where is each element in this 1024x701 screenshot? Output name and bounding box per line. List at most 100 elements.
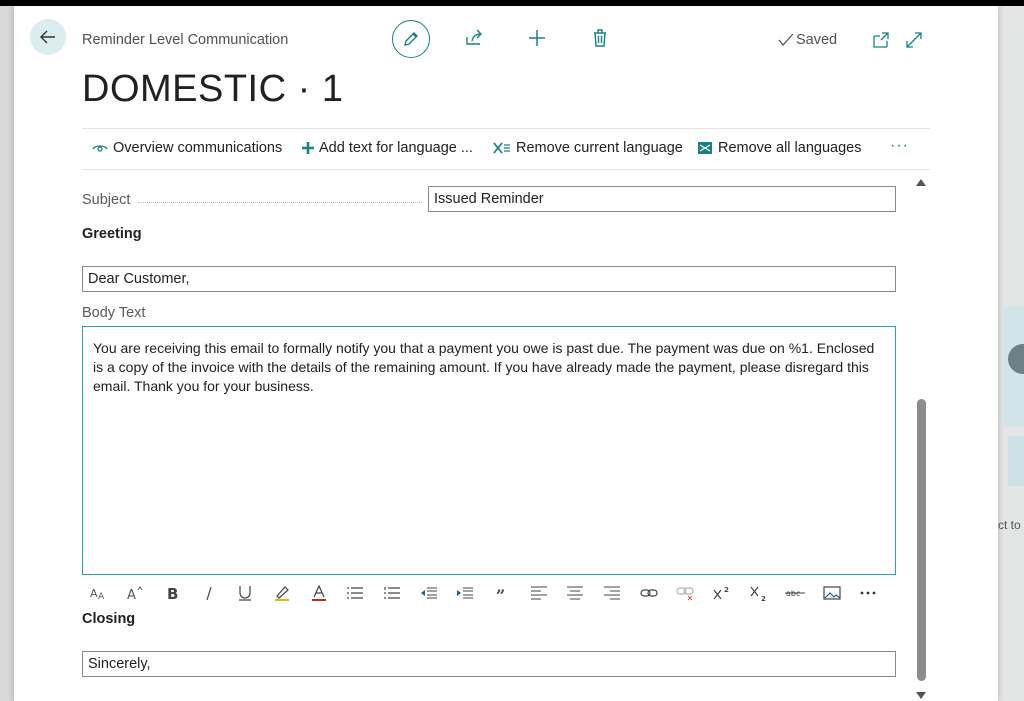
underline-icon: [239, 586, 251, 601]
reminder-communication-dialog: Reminder Level Communication DOMESTIC · …: [14, 6, 998, 701]
svg-text:A: A: [127, 588, 136, 601]
increase-indent-icon: [457, 587, 473, 599]
add-text-for-language-action[interactable]: Add text for language ...: [302, 140, 473, 156]
plus-icon: [529, 30, 545, 46]
svg-text:2: 2: [761, 595, 766, 601]
numbered-list-button[interactable]: [381, 582, 403, 604]
font-grow-icon: A: [127, 586, 143, 601]
delete-button[interactable]: [588, 26, 612, 50]
svg-text:A: A: [98, 592, 105, 601]
align-left-icon: [531, 586, 547, 600]
link-icon: [640, 589, 658, 597]
background-page-left: [0, 6, 14, 701]
image-icon: [823, 586, 841, 600]
italic-button[interactable]: [198, 582, 220, 604]
back-button[interactable]: [30, 19, 66, 55]
subject-leader-dots: [138, 202, 422, 203]
remove-current-language-action[interactable]: Remove current language: [493, 140, 683, 156]
superscript-icon: 2: [713, 586, 729, 600]
share-button[interactable]: [462, 26, 486, 50]
align-center-button[interactable]: [564, 582, 586, 604]
breadcrumb[interactable]: Reminder Level Communication: [82, 32, 288, 48]
scrollbar-thumb[interactable]: [917, 399, 926, 681]
highlight-icon: [275, 586, 289, 601]
svg-text:”: ”: [496, 586, 505, 600]
saved-status: Saved: [778, 32, 837, 48]
align-right-button[interactable]: [601, 582, 623, 604]
font-color-button[interactable]: [308, 582, 330, 604]
remove-all-languages-label: Remove all languages: [718, 140, 862, 156]
decrease-indent-icon: [421, 587, 437, 599]
body-text-editor[interactable]: You are receiving this email to formally…: [82, 326, 896, 575]
svg-text:B: B: [167, 585, 178, 601]
more-actions-button[interactable]: ···: [890, 137, 909, 155]
bold-button[interactable]: B: [161, 582, 183, 604]
increase-indent-button[interactable]: [454, 582, 476, 604]
edit-button[interactable]: [392, 20, 430, 58]
subject-label: Subject: [82, 192, 131, 208]
unlink-icon: [676, 587, 694, 601]
body-text-label: Body Text: [82, 305, 146, 321]
new-button[interactable]: [525, 26, 549, 50]
remove-all-icon: [698, 142, 712, 154]
link-button[interactable]: [638, 582, 660, 604]
expand-icon: [906, 32, 922, 48]
expand-button[interactable]: [902, 28, 926, 52]
strikethrough-button[interactable]: abc: [784, 582, 806, 604]
open-new-window-button[interactable]: [869, 28, 893, 52]
background-illustration-2: [1008, 436, 1024, 486]
background-text: ct to: [998, 518, 1021, 532]
highlight-button[interactable]: [271, 582, 293, 604]
pencil-icon: [404, 32, 418, 46]
font-color-icon: [312, 584, 326, 601]
action-toolbar: Overview communications Add text for lan…: [82, 128, 930, 170]
rich-text-toolbar: AA A B ” 2 2 abc: [82, 579, 896, 605]
saved-label: Saved: [796, 32, 838, 48]
scroll-up-arrow-icon[interactable]: [916, 178, 926, 186]
superscript-button[interactable]: 2: [711, 582, 733, 604]
align-right-icon: [604, 586, 620, 600]
eye-icon: [92, 145, 108, 152]
more-icon: [860, 591, 876, 595]
underline-button[interactable]: [234, 582, 256, 604]
strikethrough-icon: abc: [785, 589, 805, 598]
closing-label: Closing: [82, 611, 136, 627]
add-text-for-language-label: Add text for language ...: [319, 140, 473, 156]
subscript-button[interactable]: 2: [748, 582, 770, 604]
open-in-new-window-icon: [873, 32, 889, 48]
overview-communications-action[interactable]: Overview communications: [92, 140, 282, 156]
bullet-list-button[interactable]: [344, 582, 366, 604]
vertical-scrollbar[interactable]: [914, 174, 928, 701]
insert-image-button[interactable]: [821, 582, 843, 604]
share-icon: [466, 29, 482, 45]
subscript-icon: 2: [750, 586, 766, 601]
decrease-indent-button[interactable]: [418, 582, 440, 604]
page-title: DOMESTIC · 1: [82, 68, 344, 110]
more-formatting-button[interactable]: [857, 582, 879, 604]
svg-text:2: 2: [724, 586, 729, 594]
background-page-right: ct to: [998, 6, 1024, 701]
closing-field[interactable]: Sincerely,: [82, 651, 896, 677]
italic-icon: [206, 586, 212, 601]
font-grow-button[interactable]: A: [124, 582, 146, 604]
greeting-label: Greeting: [82, 226, 142, 242]
align-left-button[interactable]: [528, 582, 550, 604]
overview-communications-label: Overview communications: [113, 140, 283, 156]
numbered-list-icon: [384, 587, 400, 599]
unlink-button[interactable]: [674, 582, 696, 604]
arrow-left-icon: [40, 30, 55, 44]
scroll-down-arrow-icon[interactable]: [916, 692, 926, 700]
svg-text:A: A: [90, 587, 98, 600]
checkmark-icon: [778, 33, 794, 47]
quote-button[interactable]: ”: [491, 582, 513, 604]
greeting-field[interactable]: Dear Customer,: [82, 266, 896, 292]
font-size-icon: AA: [90, 587, 105, 601]
bullet-list-icon: [347, 587, 363, 599]
remove-x-icon: [493, 142, 510, 154]
remove-all-languages-action[interactable]: Remove all languages: [697, 140, 861, 156]
subject-field[interactable]: Issued Reminder: [428, 186, 896, 212]
plus-icon: [302, 142, 314, 154]
font-size-button[interactable]: AA: [87, 582, 109, 604]
trash-icon: [594, 29, 606, 47]
remove-current-language-label: Remove current language: [516, 140, 683, 156]
